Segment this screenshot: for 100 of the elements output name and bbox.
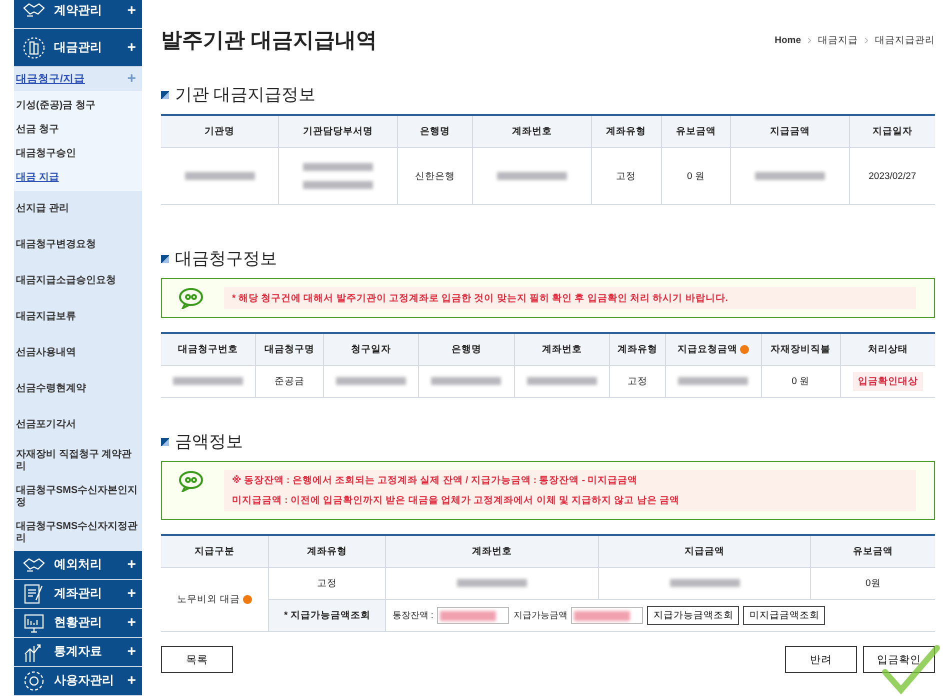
speech-bubble-icon bbox=[178, 470, 204, 492]
status-badge: 입금확인대상 bbox=[852, 372, 923, 391]
field-label: 지급가능금액 bbox=[513, 609, 568, 622]
expand-icon[interactable]: + bbox=[127, 643, 136, 660]
cell-text: 노무비외 대금 bbox=[177, 594, 240, 605]
submenu-item[interactable]: 대금지급소급승인요청 bbox=[14, 262, 142, 299]
cell-text: 0원 bbox=[866, 578, 881, 589]
column-header: 대금청구명 bbox=[256, 333, 324, 366]
redacted-value bbox=[184, 172, 255, 180]
column-header: 지급금액 bbox=[598, 535, 811, 568]
cell-text: 고정 bbox=[628, 376, 648, 387]
list-button[interactable]: 목록 bbox=[161, 646, 233, 673]
redacted-value bbox=[678, 377, 748, 386]
sidebar-category[interactable]: 계약관리 + bbox=[14, 0, 142, 30]
column-header: 기관담당부서명 bbox=[278, 115, 398, 148]
section-title: 기관 대금지급정보 bbox=[175, 84, 316, 106]
action-button[interactable]: 반려 bbox=[785, 646, 857, 673]
column-header: 계좌유형 bbox=[591, 115, 661, 148]
sidebar-category[interactable]: 대금관리 + bbox=[14, 29, 142, 67]
redacted-value bbox=[302, 163, 373, 171]
column-header: 지급금액 bbox=[730, 115, 850, 148]
notice-text: 미지급금액 : 이전에 입금확인까지 받은 대금을 업체가 고정계좌에서 이체 및 지급하지 않고 남은 금액 bbox=[232, 494, 680, 507]
column-header: 처리상태 bbox=[840, 333, 935, 366]
speech-bubble-icon bbox=[178, 287, 204, 309]
submenu-group[interactable]: 대금청구/지급 bbox=[16, 72, 128, 86]
submenu-item[interactable]: 선금 청구 bbox=[14, 116, 142, 141]
row-header: * 지급가능금액조회 bbox=[268, 600, 386, 632]
sidebar-category[interactable]: 현황관리 + bbox=[14, 608, 142, 638]
column-header: 지급요청금액 bbox=[666, 333, 761, 366]
column-header: 기관명 bbox=[161, 115, 279, 148]
sidebar-category[interactable]: 계좌관리 + bbox=[14, 580, 142, 609]
section-title: 금액정보 bbox=[175, 431, 243, 453]
cell-text: 고정 bbox=[616, 170, 636, 182]
column-header: 지급구분 bbox=[161, 535, 268, 568]
column-header: 유보금액 bbox=[661, 115, 731, 148]
help-icon[interactable] bbox=[740, 344, 750, 354]
column-header: 계좌유형 bbox=[268, 535, 386, 568]
expand-icon[interactable]: + bbox=[127, 39, 136, 56]
notice-text: ※ 동장잔액 : 은행에서 조회되는 고정계좌 실제 잔액 / 지급가능금액 : 통장잔액 - 미지급금액 bbox=[232, 474, 639, 487]
cell-text: 준공금 bbox=[274, 376, 305, 387]
expand-icon[interactable]: + bbox=[127, 2, 136, 19]
chevron-right-icon bbox=[862, 36, 871, 44]
column-header: 계좌번호 bbox=[514, 333, 610, 366]
submenu-item[interactable]: 대금청구승인 bbox=[14, 140, 142, 165]
column-header: 계좌유형 bbox=[609, 333, 666, 366]
expand-icon[interactable]: + bbox=[127, 556, 136, 574]
balance-field[interactable] bbox=[437, 607, 510, 624]
submenu-item[interactable]: 기성(준공)금 청구 bbox=[14, 92, 142, 117]
section-marker-icon bbox=[161, 90, 169, 98]
column-header: 은행명 bbox=[418, 333, 514, 366]
field-label: 통장잔액 : bbox=[392, 609, 434, 622]
available-amount-field[interactable] bbox=[571, 607, 644, 624]
submenu-item[interactable]: 대금 지급 bbox=[14, 164, 142, 189]
submenu-item[interactable]: 대금청구변경요청 bbox=[14, 226, 142, 263]
submenu-item[interactable]: 선금수령현계약 bbox=[14, 370, 142, 407]
redacted-value bbox=[173, 377, 244, 386]
sidebar-category[interactable]: 사용자관리 + bbox=[14, 666, 142, 696]
cell-text: 신한은행 bbox=[414, 170, 455, 182]
lookup-button[interactable]: 지급가능금액조회 bbox=[647, 606, 740, 625]
section-marker-icon bbox=[161, 254, 169, 262]
cell-text: 고정 bbox=[317, 578, 338, 589]
redacted-value bbox=[526, 377, 597, 386]
expand-icon[interactable]: + bbox=[127, 672, 136, 690]
submenu-item[interactable]: 선금포기각서 bbox=[14, 406, 142, 443]
submenu-item[interactable]: 대금지급보류 bbox=[14, 298, 142, 335]
redacted-value bbox=[302, 181, 373, 189]
section-marker-icon bbox=[161, 438, 169, 446]
column-header: 지급일자 bbox=[849, 115, 935, 148]
column-header: 유보금액 bbox=[810, 535, 935, 568]
redacted-value bbox=[457, 579, 528, 588]
column-header: 은행명 bbox=[397, 115, 473, 148]
breadcrumb-link[interactable]: 대금지급관리 bbox=[875, 34, 935, 46]
submenu-item[interactable]: 대금청구SMS수신자지정관리 bbox=[14, 514, 142, 551]
redacted-value bbox=[670, 579, 740, 588]
column-header: 대금청구번호 bbox=[161, 333, 256, 366]
breadcrumb-link[interactable]: 대금지급 bbox=[818, 34, 858, 46]
notice-text: * 해당 청구건에 대해서 발주기관이 고정계좌로 입금한 것이 맞는지 필히 확인 후 입금확인 처리 하시기 바랍니다. bbox=[232, 292, 729, 304]
section-title: 대금청구정보 bbox=[175, 248, 277, 270]
sidebar-category[interactable]: 통계자료 + bbox=[14, 638, 142, 667]
expand-icon[interactable]: + bbox=[127, 585, 136, 602]
submenu-item[interactable]: 자재장비 직접청구 계약관리 bbox=[14, 442, 142, 479]
lookup-button[interactable]: 미지급금액조회 bbox=[743, 606, 826, 625]
sidebar-category[interactable]: 예외처리 + bbox=[14, 550, 142, 580]
chevron-right-icon bbox=[805, 36, 814, 44]
cell-text: 2023/02/27 bbox=[868, 170, 916, 182]
cell-text: 0 원 bbox=[792, 376, 810, 387]
submenu-item[interactable]: 선지급 관리 bbox=[14, 190, 142, 227]
redacted-value bbox=[431, 377, 502, 386]
column-header: 계좌번호 bbox=[472, 115, 592, 148]
redacted-value bbox=[755, 172, 826, 180]
expand-icon[interactable]: + bbox=[127, 614, 136, 632]
submenu-item[interactable]: 선금사용내역 bbox=[14, 334, 142, 371]
redacted-value bbox=[336, 377, 406, 386]
breadcrumb-link[interactable]: Home bbox=[774, 34, 801, 46]
action-button[interactable]: 입금확인 bbox=[863, 646, 935, 673]
column-header: 청구일자 bbox=[323, 333, 419, 366]
redacted-value bbox=[496, 172, 567, 180]
submenu-item[interactable]: 대금청구SMS수신자본인지정 bbox=[14, 478, 142, 515]
help-icon[interactable] bbox=[242, 594, 252, 604]
column-header: 계좌번호 bbox=[386, 535, 598, 568]
